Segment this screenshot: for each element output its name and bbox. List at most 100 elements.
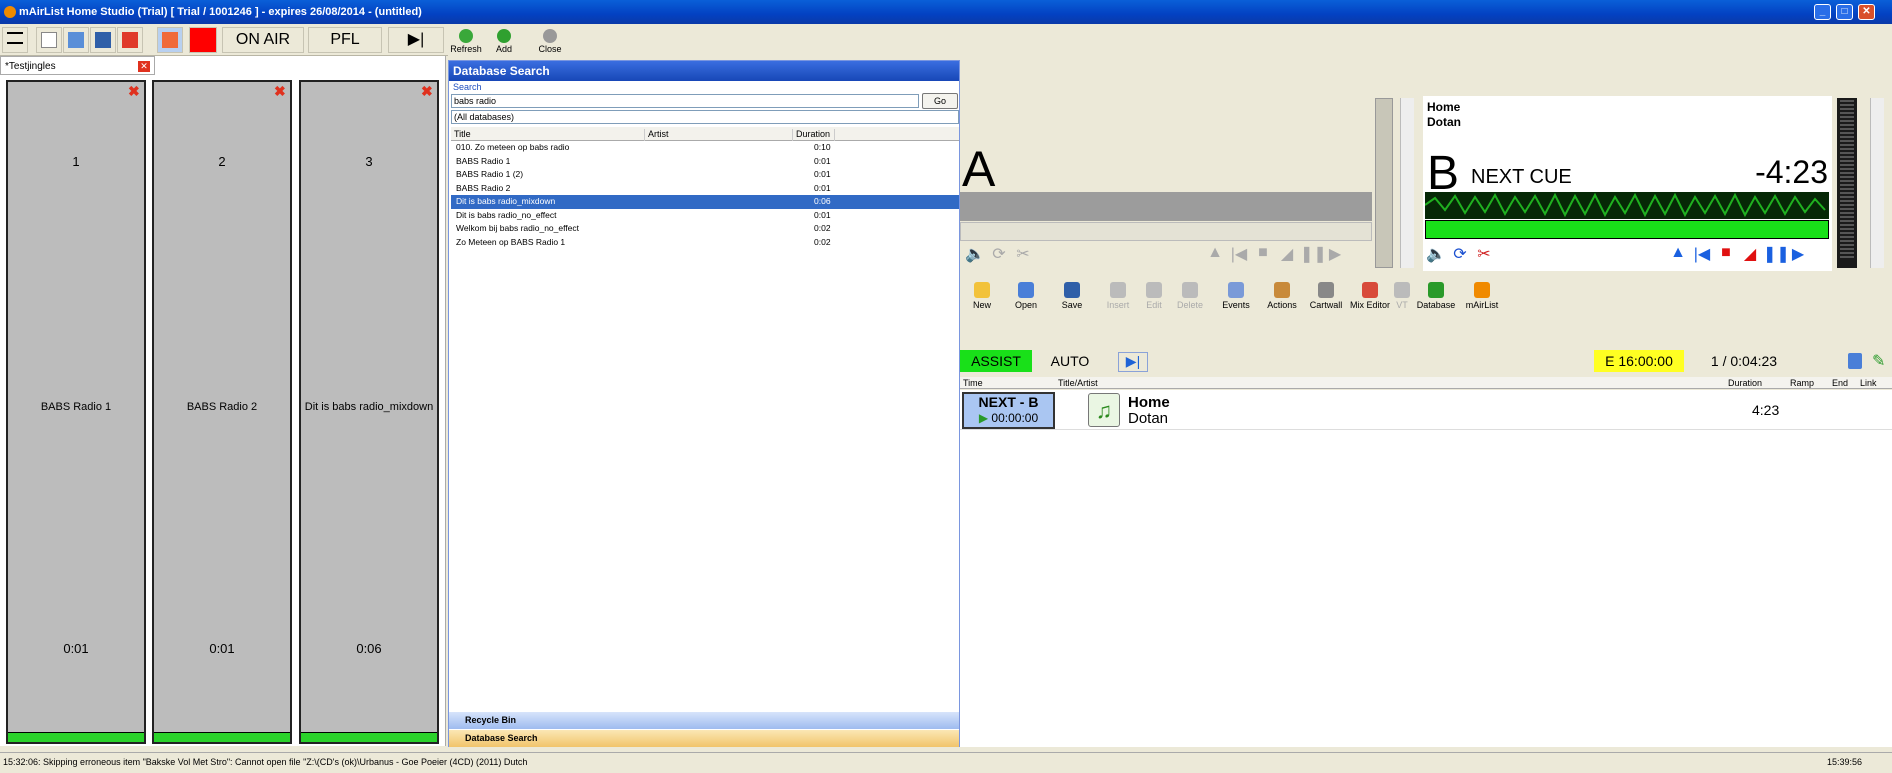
result-row[interactable]: Welkom bij babs radio_no_effect 0:02 bbox=[451, 222, 959, 236]
close-tab-icon[interactable]: ✕ bbox=[138, 61, 150, 72]
toolbar-actions[interactable]: Actions bbox=[1260, 278, 1304, 310]
speaker-icon[interactable]: 🔈 bbox=[964, 244, 986, 266]
recycle-bin-tab[interactable]: Recycle Bin bbox=[449, 712, 959, 729]
close-button[interactable]: ✕ bbox=[1858, 4, 1875, 20]
trash-icon[interactable] bbox=[1848, 353, 1862, 369]
fade-icon[interactable]: ◢ bbox=[1739, 244, 1761, 266]
result-row[interactable]: BABS Radio 1 (2) 0:01 bbox=[451, 168, 959, 182]
column-duration[interactable]: Duration bbox=[1728, 378, 1762, 388]
maximize-button[interactable]: □ bbox=[1836, 4, 1853, 20]
speaker-icon[interactable]: 🔈 bbox=[1425, 244, 1447, 266]
loop-icon[interactable]: ⟳ bbox=[988, 244, 1010, 266]
column-end[interactable]: End bbox=[1832, 378, 1848, 388]
cell-title: Dit is babs radio_mixdown bbox=[456, 196, 556, 206]
minimize-button[interactable]: _ bbox=[1814, 4, 1831, 20]
next-status: NEXT - B ▶ 00:00:00 bbox=[962, 392, 1055, 429]
column-time[interactable]: Time bbox=[963, 378, 983, 388]
results-grid: Title Artist Duration 010. Zo meteen op … bbox=[451, 127, 959, 249]
cell-title: Dit is babs radio_no_effect bbox=[456, 209, 557, 220]
grid-header: Title Artist Duration bbox=[451, 127, 959, 141]
column-artist[interactable]: Artist bbox=[645, 129, 793, 141]
skip-button[interactable]: ▶| bbox=[388, 27, 444, 53]
actions-icon bbox=[1274, 282, 1290, 298]
rewind-icon[interactable]: |◀ bbox=[1691, 244, 1713, 266]
pause-icon[interactable]: ❚❚ bbox=[1763, 244, 1790, 266]
scissors-icon[interactable]: ✂ bbox=[1473, 244, 1495, 266]
cartwall-tab[interactable]: *Testjingles ✕ bbox=[0, 56, 155, 75]
result-row[interactable]: Zo Meteen op BABS Radio 1 0:02 bbox=[451, 236, 959, 250]
eject-icon[interactable]: ▲ bbox=[1667, 244, 1689, 266]
result-row[interactable]: BABS Radio 2 0:01 bbox=[451, 182, 959, 196]
item-duration: 4:23 bbox=[1752, 402, 1780, 418]
column-ramp[interactable]: Ramp bbox=[1790, 378, 1814, 388]
database-select[interactable]: (All databases) bbox=[451, 110, 959, 124]
search-input[interactable]: babs radio bbox=[451, 94, 919, 108]
toolbar-new[interactable]: New bbox=[960, 278, 1004, 310]
status-clock: 15:39:56 bbox=[1826, 757, 1862, 767]
play-small-icon: ▶ bbox=[978, 411, 992, 425]
database-search-panel: Database Search Search babs radio Go (Al… bbox=[448, 60, 960, 747]
volume-fader-b[interactable] bbox=[1870, 98, 1884, 268]
play-icon[interactable]: ▶ bbox=[1787, 244, 1809, 266]
on-air-button[interactable]: ON AIR bbox=[222, 27, 304, 53]
player-b: Home Dotan B NEXT CUE -4:23 🔈 ⟳ ✂ ▲ |◀ ■… bbox=[1423, 96, 1832, 271]
result-row[interactable]: Dit is babs radio_mixdown 0:06 bbox=[451, 195, 959, 209]
toolbar-events[interactable]: Events bbox=[1214, 278, 1258, 310]
toolbar-label: Open bbox=[1014, 300, 1038, 310]
auto-button[interactable]: AUTO bbox=[1034, 350, 1106, 372]
assist-button[interactable]: ASSIST bbox=[960, 350, 1032, 372]
cell-title: 010. Zo meteen op babs radio bbox=[456, 142, 570, 152]
cart-title: BABS Radio 1 bbox=[40, 401, 112, 413]
cart-2[interactable]: ✖ 2 BABS Radio 2 0:01 bbox=[152, 80, 292, 744]
rewind-icon[interactable]: |◀ bbox=[1228, 244, 1250, 266]
cart-progress bbox=[8, 732, 144, 742]
result-row[interactable]: 010. Zo meteen op babs radio 0:10 bbox=[451, 141, 959, 155]
database-search-tab[interactable]: Database Search bbox=[449, 730, 959, 747]
close-db-button[interactable]: Close bbox=[532, 27, 568, 54]
cart-1[interactable]: ✖ 1 BABS Radio 1 0:01 bbox=[6, 80, 146, 744]
volume-fader-a[interactable] bbox=[1400, 98, 1414, 268]
column-title-artist[interactable]: Title/Artist bbox=[1058, 378, 1098, 388]
player-a-waveform bbox=[960, 192, 1372, 221]
result-row[interactable]: BABS Radio 1 0:01 bbox=[451, 155, 959, 169]
on-air-indicator[interactable] bbox=[189, 27, 217, 53]
scissors-icon[interactable]: ✂ bbox=[1012, 244, 1034, 266]
cart-3[interactable]: ✖ 3 Dit is babs radio_mixdown 0:06 bbox=[299, 80, 439, 744]
toolbar-mairlist[interactable]: mAirList bbox=[1460, 278, 1504, 310]
cartwall-panel: *Testjingles ✕ ✖ 1 BABS Radio 1 0:01 ✖ 2 … bbox=[0, 56, 446, 746]
item-artist: Dotan bbox=[1128, 410, 1169, 427]
play-icon[interactable]: ▶ bbox=[1324, 244, 1346, 266]
toolbar-save[interactable]: Save bbox=[1050, 278, 1094, 310]
open-button[interactable] bbox=[63, 27, 89, 53]
skip-next-button[interactable]: ▶| bbox=[1118, 352, 1148, 372]
new-playlist-button[interactable] bbox=[36, 27, 62, 53]
stop-icon[interactable]: ■ bbox=[1715, 244, 1737, 266]
column-title[interactable]: Title bbox=[451, 129, 645, 141]
panel-title: Database Search bbox=[449, 61, 959, 81]
pfl-button[interactable]: PFL bbox=[308, 27, 382, 53]
delete-icon[interactable]: ✖ bbox=[274, 84, 287, 98]
refresh-button[interactable]: Refresh bbox=[448, 27, 484, 54]
pencil-icon[interactable]: ✎ bbox=[1872, 351, 1885, 371]
toolbar-cartwall[interactable]: Cartwall bbox=[1304, 278, 1348, 310]
save-button[interactable] bbox=[90, 27, 116, 53]
menu-button[interactable] bbox=[2, 27, 28, 53]
stop-icon[interactable]: ■ bbox=[1252, 244, 1274, 266]
delete-icon[interactable]: ✖ bbox=[128, 84, 141, 98]
toolbar-delete[interactable]: Delete bbox=[1168, 278, 1212, 310]
fade-icon[interactable]: ◢ bbox=[1276, 244, 1298, 266]
pause-icon[interactable]: ❚❚ bbox=[1300, 244, 1327, 266]
column-link[interactable]: Link bbox=[1860, 378, 1877, 388]
cartwall-toggle[interactable] bbox=[157, 27, 183, 53]
column-duration[interactable]: Duration bbox=[793, 129, 835, 141]
toolbar-open[interactable]: Open bbox=[1004, 278, 1048, 310]
add-button[interactable]: Add bbox=[486, 27, 522, 54]
go-button[interactable]: Go bbox=[922, 93, 958, 109]
loop-icon[interactable]: ⟳ bbox=[1449, 244, 1471, 266]
close-playlist-button[interactable] bbox=[117, 27, 143, 53]
delete-icon[interactable]: ✖ bbox=[421, 84, 434, 98]
playlist-row[interactable]: NEXT - B ▶ 00:00:00 ♫ Home Dotan 4:23 bbox=[960, 390, 1892, 430]
result-row[interactable]: Dit is babs radio_no_effect 0:01 bbox=[451, 209, 959, 223]
toolbar-database[interactable]: Database bbox=[1414, 278, 1458, 310]
eject-icon[interactable]: ▲ bbox=[1204, 244, 1226, 266]
